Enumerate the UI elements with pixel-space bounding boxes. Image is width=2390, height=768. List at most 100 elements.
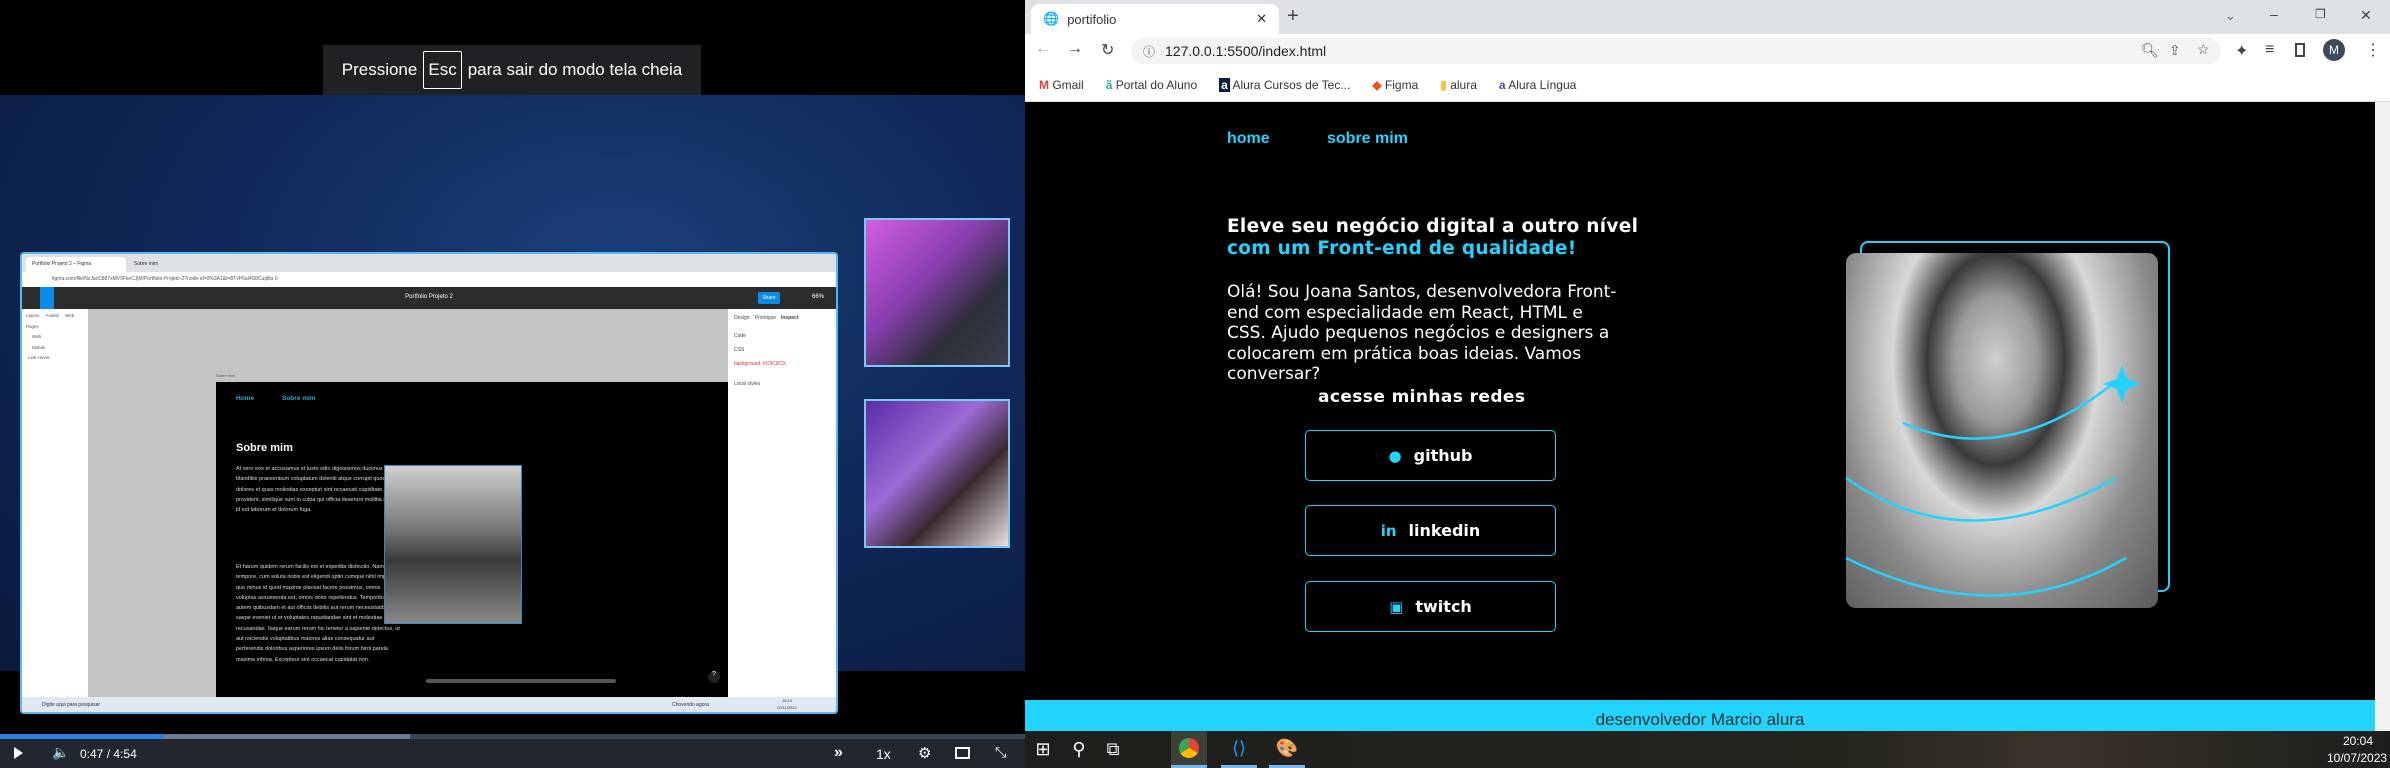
fullscreen-notice: Pressione Esc para sair do modo tela che… [323,45,701,95]
tab-bar: 🌐 portifolio ✕ + ⌄ – ❐ ✕ [1025,0,2390,34]
layers-tab: Layers [26,313,40,318]
linkedin-label: linkedin [1408,521,1481,540]
layer-list: Link HoverLogo GithubGitHubSobre mimLink… [26,355,84,366]
duration: 4:54 [113,747,137,761]
bookmark-alura-cursos[interactable]: a Alura Cursos de Tec... [1219,77,1351,92]
nav-home-link[interactable]: home [1227,130,1270,148]
current-time: 0:47 [80,747,104,761]
profile-avatar[interactable]: M [2323,39,2345,61]
clock-date[interactable]: 10/07/2023 [2327,751,2387,765]
prototype-tab: Prototype [754,315,776,321]
github-label: github [1413,446,1473,465]
reload-icon[interactable]: ↻ [1101,40,1114,60]
bookmark-label: Gmail [1052,77,1084,92]
twitch-button[interactable]: ▣ twitch [1305,581,1556,632]
skip-forward-icon[interactable]: » [834,744,843,762]
zoom-icon[interactable]: 🔍︎ [2141,42,2159,59]
address-bar[interactable]: ⓘ 127.0.0.1:5500/index.html 🔍︎ ⇪ ☆ [1131,38,2221,64]
bookmark-figma[interactable]: ◆ Figma [1372,78,1418,92]
share-button: Share [758,292,780,304]
vscode-taskbar-icon[interactable]: ⟨⟩ [1221,731,1257,768]
github-button[interactable]: ● github [1305,430,1556,481]
forward-icon[interactable]: → [1067,40,1083,58]
inspect-panel: Design Prototype Inspect Code CSS backgrou… [728,309,836,697]
linkedin-button[interactable]: in linkedin [1305,505,1556,556]
task-view-icon[interactable]: ⧉ [1095,731,1131,768]
css-code: background: #C9C9C9; [734,361,787,367]
esc-key: Esc [423,51,462,89]
intro-paragraph: Olá! Sou Joana Santos, desenvolvedora Fr… [1227,282,1617,384]
restore-icon[interactable]: ❐ [2315,7,2326,21]
close-window-icon[interactable]: ✕ [2360,7,2372,24]
windows-start-icon[interactable]: ⊞ [1025,731,1061,768]
profile-photo [1846,253,2158,608]
windows-taskbar: ⊞ ⚲ ⧉ ⟨⟩ 🎨 20:04 10/07/2023 [1025,731,2390,768]
chrome-taskbar-icon[interactable] [1171,731,1207,768]
social-title: acesse minhas redes [1318,387,1526,407]
side-panel-icon[interactable] [2295,43,2305,57]
linkedin-icon: in [1380,521,1397,540]
assets-tab: Assets [45,313,60,318]
toolbar: ← → ↻ ⓘ 127.0.0.1:5500/index.html 🔍︎ ⇪ ☆… [1025,34,2390,68]
bookmark-gmail[interactable]: M Gmail [1039,78,1084,92]
recorded-tab-bar: Portfolio Projeto 2 – Figma Sobre mim [22,254,836,272]
globe-icon: 🌐 [1043,11,1060,26]
settings-gear-icon[interactable]: ⚙ [918,744,931,762]
page-scrollbar[interactable] [2375,102,2390,731]
bookmark-label: Alura Cursos de Tec... [1232,77,1351,92]
info-icon[interactable]: ⓘ [1143,43,1155,60]
paint-taskbar-icon[interactable]: 🎨 [1269,731,1305,768]
exit-fullscreen-icon[interactable]: ⤡ [995,744,1006,761]
volume-icon[interactable]: 🔈 [52,744,69,761]
speed-button[interactable]: 1x [876,746,891,762]
extensions-icon[interactable]: ✦ [2235,41,2248,61]
close-tab-icon[interactable]: ✕ [1256,11,1267,27]
twitch-icon: ▣ [1389,597,1404,616]
github-icon: ● [1388,446,1402,465]
bookmarks-bar: M Gmail ã Portal do Aluno a Alura Cursos… [1025,68,2390,102]
headline: Eleve seu negócio digital a outro nível … [1227,216,1638,260]
url-text: 127.0.0.1:5500/index.html [1165,43,1327,59]
frame-label: Sobre mim [216,373,236,378]
play-icon[interactable] [14,747,23,759]
video-player[interactable]: Portfolio Projeto 2 – Figma Sobre mim fi… [0,0,1025,768]
search-icon[interactable]: ⚲ [1061,731,1097,768]
bookmark-label: alura [1450,77,1477,92]
recorded-figma-window: Portfolio Projeto 2 – Figma Sobre mim fi… [20,252,838,714]
bookmark-alura-lingua[interactable]: a Alura Língua [1499,78,1576,92]
tab-search-icon[interactable]: ⌄ [2225,8,2236,24]
layer-item: Link Hover [28,355,50,360]
notice-text: para sair do modo tela cheia [467,60,683,79]
media-icon[interactable]: ≡ [2265,41,2274,59]
bookmark-alura-folder[interactable]: ▮ alura [1440,78,1477,92]
design-paragraph: Et harum quidem rerum facilis est et exp… [236,564,400,663]
new-tab-icon[interactable]: + [1287,5,1299,28]
layers-panel: Layers Assets Web Pages Web Mobile Link Ho… [22,309,88,697]
page-item: Web [32,334,42,339]
design-paragraph: At vero eos et accusamus et iusto odio d… [236,466,398,514]
bookmark-label: Figma [1384,77,1419,92]
page-select: Web [65,313,75,318]
share-icon[interactable]: ⇪ [2169,42,2181,59]
local-styles-label: Local styles [734,381,761,387]
page-footer: desenvolvedor Marcio alura [1025,700,2375,731]
time-separator: / [106,747,111,761]
clock-time[interactable]: 20:04 [2343,734,2373,748]
menu-icon[interactable]: ⋮ [2365,40,2381,60]
nav-sobre-mim-link[interactable]: sobre mim [1327,130,1408,148]
tab-portifolio[interactable]: 🌐 portifolio ✕ [1031,4,1279,34]
headline-white: Eleve seu negócio digital a outro nível [1227,216,1639,237]
pages-label: Pages [26,323,39,329]
design-tab: Design [734,315,750,321]
bookmark-portal-aluno[interactable]: ã Portal do Aluno [1106,78,1197,92]
zoom-level: 66% [812,294,825,300]
recorded-date: 20/11/2022 [777,705,797,710]
bookmark-star-icon[interactable]: ☆ [2197,41,2210,58]
sparkle-icon [2103,365,2141,403]
picture-in-picture-icon[interactable] [955,747,970,759]
help-icon: ? [708,671,720,683]
back-icon[interactable]: ← [1035,40,1051,58]
recorded-weather: Chovendo agora [672,702,709,708]
recorded-tab: Sobre mim [134,261,159,267]
minimize-icon[interactable]: – [2270,6,2278,22]
